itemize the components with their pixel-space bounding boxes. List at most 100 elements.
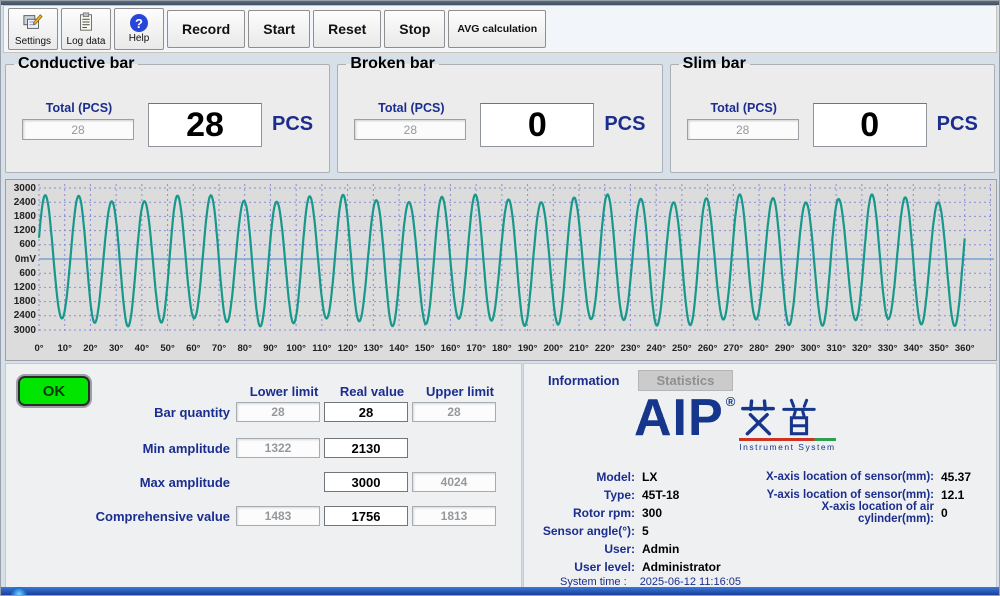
broken-bar-panel: Broken bar Total (PCS) 28 0 PCS: [337, 55, 662, 173]
conductive-bar-panel: Conductive bar Total (PCS) 28 28 PCS: [5, 55, 330, 173]
type-value: 45T-18: [642, 488, 679, 502]
x-axis-tick-label: 160°: [441, 343, 461, 354]
min-amplitude-real-field: 2130: [324, 438, 408, 458]
y-axis-tick-label: 600: [6, 268, 36, 279]
sensor-x-label: X-axis location of sensor(mm):: [748, 471, 934, 483]
help-button-label: Help: [129, 33, 150, 44]
log-data-icon: [75, 12, 97, 35]
bar-quantity-lower-field: 28: [236, 402, 320, 422]
x-axis-tick-label: 180°: [492, 343, 512, 354]
x-axis-tick-label: 270°: [723, 343, 743, 354]
record-button[interactable]: Record: [167, 10, 245, 48]
information-panel: Information Statistics AIP ®: [523, 363, 997, 589]
user-level-label: User level:: [530, 560, 635, 574]
log-data-button-label: Log data: [67, 36, 106, 47]
aip-logo-text: AIP: [634, 394, 724, 442]
y-axis-tick-label: 0mV: [6, 254, 36, 265]
sensor-y-label: Y-axis location of sensor(mm):: [748, 489, 934, 501]
total-pcs-label: Total (PCS): [356, 101, 466, 115]
x-axis-tick-label: 0°: [34, 343, 43, 354]
y-axis-tick-label: 2400: [6, 310, 36, 321]
x-axis-tick-label: 250°: [672, 343, 692, 354]
y-axis-tick-label: 1200: [6, 282, 36, 293]
x-axis-tick-label: 130°: [363, 343, 383, 354]
max-amplitude-upper-field: 4024: [412, 472, 496, 492]
x-axis-tick-label: 20°: [83, 343, 97, 354]
bar-quantity-row: Bar quantity 28 28 28: [6, 402, 496, 422]
real-value-header: Real value: [330, 384, 414, 399]
upper-limit-header: Upper limit: [418, 384, 502, 399]
x-axis-tick-label: 210°: [569, 343, 589, 354]
x-axis-tick-label: 40°: [135, 343, 149, 354]
user-label: User:: [530, 542, 635, 556]
model-label: Model:: [530, 470, 635, 484]
sensor-x-value: 45.37: [941, 470, 971, 484]
tab-statistics[interactable]: Statistics: [638, 370, 734, 391]
air-cylinder-x-value: 0: [941, 506, 948, 520]
tab-information[interactable]: Information: [530, 370, 638, 391]
settings-button[interactable]: Settings: [8, 8, 58, 50]
toolbar: Settings Log data ? Help Record Start Re…: [3, 5, 997, 53]
x-axis-tick-label: 330°: [878, 343, 898, 354]
settings-icon: [22, 12, 44, 35]
y-axis-tick-label: 3000: [6, 183, 36, 194]
total-pcs-label: Total (PCS): [689, 101, 799, 115]
x-axis-tick-label: 120°: [338, 343, 358, 354]
comprehensive-real-field: 1756: [324, 506, 408, 526]
x-axis-tick-label: 200°: [543, 343, 563, 354]
start-button[interactable]: Start: [248, 10, 310, 48]
user-value: Admin: [642, 542, 679, 556]
os-taskbar[interactable]: [1, 587, 999, 595]
conductive-count-display: 28: [148, 103, 262, 147]
comprehensive-lower-field: 1483: [236, 506, 320, 526]
broken-total-field: 28: [354, 119, 466, 140]
total-pcs-label: Total (PCS): [24, 101, 134, 115]
aip-logo: AIP ®: [634, 394, 836, 452]
settings-button-label: Settings: [15, 36, 51, 47]
cjk-glyph-pu: [780, 398, 818, 436]
x-axis-tick-label: 240°: [646, 343, 666, 354]
log-data-button[interactable]: Log data: [61, 8, 111, 50]
help-icon: ?: [130, 14, 148, 32]
reset-button[interactable]: Reset: [313, 10, 381, 48]
slim-bar-title: Slim bar: [679, 55, 750, 73]
info-fields-right: X-axis location of sensor(mm): 45.37 Y-ax…: [748, 468, 994, 522]
aip-logo-subtitle: Instrument System: [739, 442, 835, 452]
comprehensive-upper-field: 1813: [412, 506, 496, 526]
x-axis-tick-label: 260°: [698, 343, 718, 354]
y-axis-tick-label: 1200: [6, 225, 36, 236]
x-axis-tick-label: 110°: [312, 343, 331, 354]
x-axis-tick-label: 190°: [518, 343, 538, 354]
aip-logo-cjk-glyphs: [739, 398, 835, 436]
user-level-value: Administrator: [642, 560, 721, 574]
start-orb-icon[interactable]: [11, 587, 27, 595]
waveform-svg: [6, 180, 996, 342]
x-axis-tick-label: 350°: [929, 343, 949, 354]
pcs-unit-label: PCS: [604, 113, 645, 136]
x-axis-tick-label: 170°: [466, 343, 486, 354]
broken-count-display: 0: [480, 103, 594, 147]
x-axis-tick-label: 80°: [238, 343, 252, 354]
avg-calculation-button[interactable]: AVG calculation: [448, 10, 546, 48]
slim-bar-panel: Slim bar Total (PCS) 28 0 PCS: [670, 55, 995, 173]
slim-count-display: 0: [813, 103, 927, 147]
x-axis-tick-label: 310°: [826, 343, 846, 354]
logo-accent-line: [739, 438, 835, 441]
x-axis-tick-label: 30°: [109, 343, 123, 354]
comprehensive-value-label: Comprehensive value: [6, 509, 236, 524]
pcs-unit-label: PCS: [272, 113, 313, 136]
slim-total-field: 28: [687, 119, 799, 140]
help-button[interactable]: ? Help: [114, 8, 164, 50]
y-axis-tick-label: 2400: [6, 197, 36, 208]
conductive-total-field: 28: [22, 119, 134, 140]
limits-header-row: Lower limit Real value Upper limit: [242, 384, 502, 399]
x-axis-tick-label: 280°: [749, 343, 769, 354]
bar-quantity-label: Bar quantity: [6, 405, 236, 420]
aip-logo-cjk-block: Instrument System: [739, 398, 835, 452]
x-axis-tick-label: 60°: [186, 343, 200, 354]
x-axis-tick-label: 100°: [286, 343, 306, 354]
bar-quantity-real-field: 28: [324, 402, 408, 422]
conductive-bar-title: Conductive bar: [14, 55, 138, 73]
x-axis-tick-label: 360°: [955, 343, 975, 354]
stop-button[interactable]: Stop: [384, 10, 445, 48]
